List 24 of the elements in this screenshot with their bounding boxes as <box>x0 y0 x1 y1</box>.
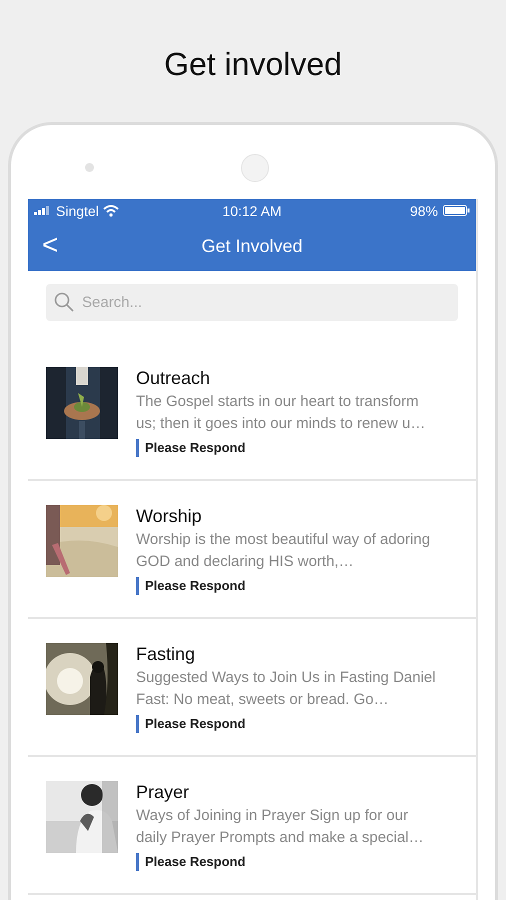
search-field[interactable]: Search... <box>46 284 458 321</box>
item-title: Outreach <box>136 367 212 389</box>
item-title: Prayer <box>136 781 190 803</box>
item-title: Worship <box>136 505 203 527</box>
item-description: Suggested Ways to Join Us in Fasting Daniel Fast: No meat, sweets or bread. Go… <box>136 668 437 710</box>
clock: 10:12 AM <box>222 202 282 218</box>
item-description: The Gospel starts in our heart to transform us; then it goes into our minds to renew u… <box>136 392 426 434</box>
battery-percent: 98% <box>410 202 438 218</box>
screen-title: Get Involved <box>201 236 303 257</box>
headline: Get involved <box>164 45 342 84</box>
signal-icon <box>34 206 52 215</box>
respond-link[interactable]: Please Respond <box>136 577 246 595</box>
item-description: Ways of Joining in Prayer Sign up for our daily Prayer Prompts and make a special… <box>136 806 425 848</box>
back-button[interactable]: < <box>38 230 62 260</box>
battery-icon <box>443 205 470 216</box>
respond-link[interactable]: Please Respond <box>136 439 246 457</box>
wifi-icon <box>102 204 119 216</box>
carrier-name: Singtel <box>56 202 99 218</box>
item-title: Fasting <box>136 643 196 665</box>
respond-link[interactable]: Please Respond <box>136 715 246 733</box>
camera-icon <box>85 163 94 172</box>
sensor-icon <box>241 154 269 182</box>
respond-link[interactable]: Please Respond <box>136 853 246 871</box>
item-description: Worship is the most beautiful way of adoring GOD and declaring HIS worth,… <box>136 530 432 572</box>
